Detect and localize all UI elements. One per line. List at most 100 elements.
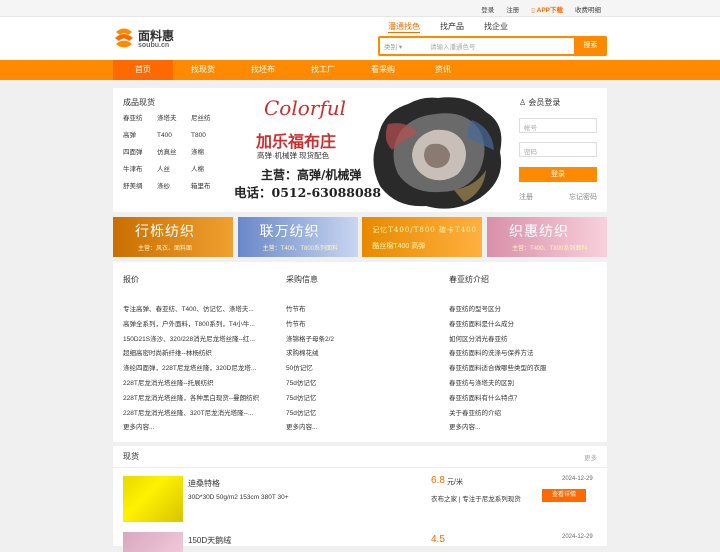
nav-news[interactable]: 资讯 xyxy=(413,60,473,80)
list-item[interactable]: 竹节布 xyxy=(286,318,436,333)
category-link[interactable]: 仿真丝 xyxy=(157,148,189,157)
ad-title: 记忆T400/T800 碳卡T400 xyxy=(372,226,477,234)
more-link[interactable]: 更多内容... xyxy=(449,421,599,436)
list-item[interactable]: 涤锦格子母条2/2 xyxy=(286,333,436,348)
login-link[interactable]: 登录 xyxy=(475,4,500,14)
tab-pantone[interactable]: 潘通找色 xyxy=(388,21,420,33)
category-link[interactable]: 涤纱 xyxy=(157,182,189,191)
list-item[interactable]: 228T尼龙消光塔丝隆、320T尼龙消光塔隆--... xyxy=(123,407,273,422)
list-item[interactable]: 求购棉花绒 xyxy=(286,347,436,362)
ad-banner[interactable]: 记忆T400/T800 碳卡T400 酷丝棉T400 高弹 xyxy=(362,217,483,257)
category-link[interactable]: 四面弹 xyxy=(123,148,155,157)
forgot-password-link[interactable]: 忘记密码 xyxy=(569,192,597,202)
ad-subtitle: 主营：T400、T800系列面料 xyxy=(262,246,339,252)
more-link[interactable]: 更多内容... xyxy=(123,421,273,436)
login-button[interactable]: 登录 xyxy=(519,167,597,182)
nav-spot[interactable]: 找现货 xyxy=(173,60,233,80)
list-item[interactable]: 50仿记忆 xyxy=(286,362,436,377)
ad-title: 行栎纺织 xyxy=(135,224,195,240)
category-link[interactable]: 人棉 xyxy=(191,165,223,174)
view-detail-button[interactable]: 查看详情 xyxy=(542,489,586,502)
search-button[interactable]: 搜索 xyxy=(574,36,607,56)
category-link[interactable]: 春亚纺 xyxy=(123,114,155,123)
list-item[interactable]: 春亚纺与涤塔夫的区别 xyxy=(449,377,599,392)
list-item[interactable]: 春亚纺面料适合做哪些类型的衣服 xyxy=(449,362,599,377)
info-section: 报价 专注高弹、春亚纺、T400、仿记忆、涤塔夫... 高弹全系列，户外面料，T… xyxy=(113,262,607,442)
header: 面料惠 soubu.cn 潘通找色 找产品 找企业 类别 ▾ 请输入潘通色号 搜… xyxy=(0,17,720,60)
register-link[interactable]: 注册 xyxy=(500,4,525,14)
ad-banner[interactable]: 织惠纺织 主营：T400、T800系列面料 xyxy=(486,217,607,257)
banner-phone: 电话：0512-63088088 xyxy=(234,185,382,200)
list-item[interactable]: 春亚纺的型号区分 xyxy=(449,303,599,318)
nav-purchase[interactable]: 看采购 xyxy=(353,60,413,80)
nav-factory[interactable]: 找工厂 xyxy=(293,60,353,80)
list-item[interactable]: 228T尼龙消光塔丝隆，各种黑白现货--曼朗纺织 xyxy=(123,392,273,407)
shop-info[interactable]: 衣布之家 | 专注于尼龙系列现货 xyxy=(431,493,521,503)
list-item[interactable]: 春亚纺面料有什么特点？ xyxy=(449,392,599,407)
password-field[interactable]: 密码 xyxy=(519,142,597,157)
list-item[interactable]: 超细高密时尚新纤维--林杨纺织 xyxy=(123,347,273,362)
ad-subtitle: 酷丝棉T400 高弹 xyxy=(372,243,426,250)
divider xyxy=(113,467,607,468)
list-item[interactable]: 专注高弹、春亚纺、T400、仿记忆、涤塔夫... xyxy=(123,303,273,318)
category-select[interactable]: 类别 ▾ xyxy=(384,41,402,51)
category-link[interactable]: 涤棉 xyxy=(191,148,223,157)
chevron-down-icon: ▾ xyxy=(398,44,403,51)
list-item[interactable]: 高弹全系列，户外面料，T800系列，T4小牛... xyxy=(123,318,273,333)
login-panel: ♙ 会员登录 帐号 密码 登录 注册 忘记密码 xyxy=(509,88,607,212)
category-link[interactable]: 涤塔夫 xyxy=(157,114,189,123)
tab-products[interactable]: 找产品 xyxy=(440,21,464,33)
list-item[interactable]: 关于春亚纺的介绍 xyxy=(449,407,599,422)
list-item[interactable]: 228T尼龙消光塔丝隆--托展纺织 xyxy=(123,377,273,392)
product-name[interactable]: 150D天鹅绒 xyxy=(188,535,231,546)
product-name[interactable]: 迪桑特格 xyxy=(188,478,220,489)
price-unit: 元/米 xyxy=(447,479,463,486)
list-item[interactable]: 春亚纺面料的洗涤与保养方法 xyxy=(449,347,599,362)
product-image[interactable] xyxy=(123,532,183,552)
category-link[interactable]: 尼丝纺 xyxy=(191,114,223,123)
register-link[interactable]: 注册 xyxy=(519,192,533,202)
app-download-link[interactable]: ▯ APP下载 xyxy=(525,4,569,14)
more-link[interactable]: 更多 xyxy=(584,452,597,462)
list-item[interactable]: 如何区分消光春亚纺 xyxy=(449,333,599,348)
category-link[interactable]: T800 xyxy=(191,131,223,140)
ad-subtitle: 主营：T400、T800系列面料 xyxy=(511,246,588,252)
category-link[interactable]: 高弹 xyxy=(123,131,155,140)
banner-shop-name: 加乐福布庄 xyxy=(256,132,337,151)
list-item[interactable]: 春亚纺面料是什么成分 xyxy=(449,318,599,333)
search-box: 类别 ▾ 请输入潘通色号 搜索 xyxy=(378,36,607,56)
category-link[interactable]: 人丝 xyxy=(157,165,189,174)
list-item[interactable]: 涤纶四面弹，228T尼龙塔丝隆，320D尼龙塔... xyxy=(123,362,273,377)
promo-banner[interactable]: Colorful 加乐福布庄 高弹·机械弹 现货配色 主营：高弹/机械弹 电话：… xyxy=(231,88,509,212)
category-link[interactable]: 牛津布 xyxy=(123,165,155,174)
post-date: 2024-12-29 xyxy=(562,476,593,482)
fee-link[interactable]: 收费明细 xyxy=(569,4,607,14)
product-spec: 30D*30D 50g/m2 153cm 380T 30+ xyxy=(188,494,289,501)
product-categories: 成品现货 春亚纺 涤塔夫 尼丝纺 高弹 T400 T800 四面弹 仿真丝 涤棉… xyxy=(113,88,231,212)
login-title: ♙ 会员登录 xyxy=(519,98,561,107)
logo[interactable]: 面料惠 soubu.cn xyxy=(113,24,183,54)
more-link[interactable]: 更多内容... xyxy=(286,421,436,436)
search-input[interactable]: 请输入潘通色号 xyxy=(430,41,476,51)
category-link[interactable]: T400 xyxy=(157,131,189,140)
top-bar: 登录 注册 ▯ APP下载 收费明细 xyxy=(0,0,720,17)
ad-banner[interactable]: 联万纺织 主营：T400、T800系列面料 xyxy=(237,217,358,257)
list-item[interactable]: 75d仿记忆 xyxy=(286,407,436,422)
post-date: 2024-12-29 xyxy=(562,534,593,540)
nav-greige[interactable]: 找坯布 xyxy=(233,60,293,80)
list-item[interactable]: 竹节布 xyxy=(286,303,436,318)
product-image[interactable] xyxy=(123,476,183,522)
ad-title: 联万纺织 xyxy=(259,224,320,240)
spot-section: 现货 更多 迪桑特格 30D*30D 50g/m2 153cm 380T 30+… xyxy=(113,446,607,552)
banner-brand: Colorful xyxy=(264,96,347,120)
list-item[interactable]: 75d仿记忆 xyxy=(286,392,436,407)
list-item[interactable]: 150D21S涤沙、320/228消光尼龙塔丝隆--红... xyxy=(123,333,273,348)
category-link[interactable]: 箱里布 xyxy=(191,182,223,191)
list-item[interactable]: 75d仿记忆 xyxy=(286,377,436,392)
ad-strip: 行栎纺织 主营：风衣、面料面 联万纺织 主营：T400、T800系列面料 记忆T… xyxy=(113,217,607,257)
nav-home[interactable]: 首页 xyxy=(113,60,173,80)
account-field[interactable]: 帐号 xyxy=(519,118,597,133)
ad-banner[interactable]: 行栎纺织 主营：风衣、面料面 xyxy=(113,217,233,257)
category-link[interactable]: 舒美绸 xyxy=(123,182,155,191)
tab-companies[interactable]: 找企业 xyxy=(484,21,508,33)
